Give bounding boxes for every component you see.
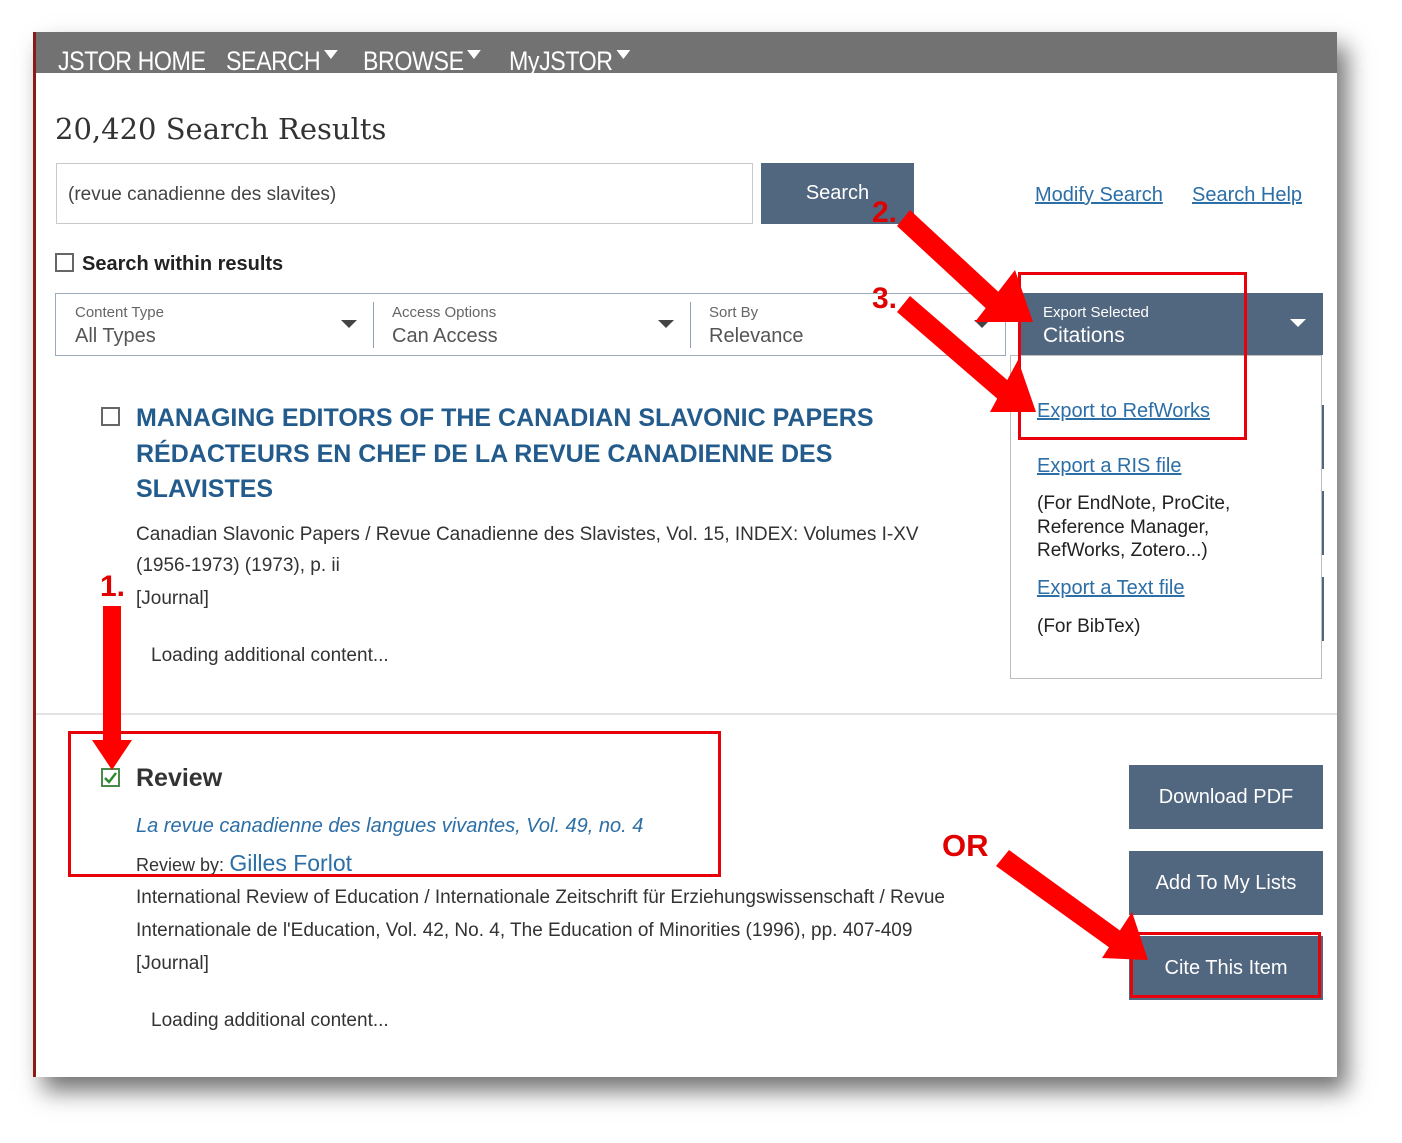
arrow-or-icon bbox=[996, 850, 1148, 960]
annotation-arrows bbox=[92, 210, 1148, 960]
arrow-1-icon bbox=[92, 606, 132, 770]
